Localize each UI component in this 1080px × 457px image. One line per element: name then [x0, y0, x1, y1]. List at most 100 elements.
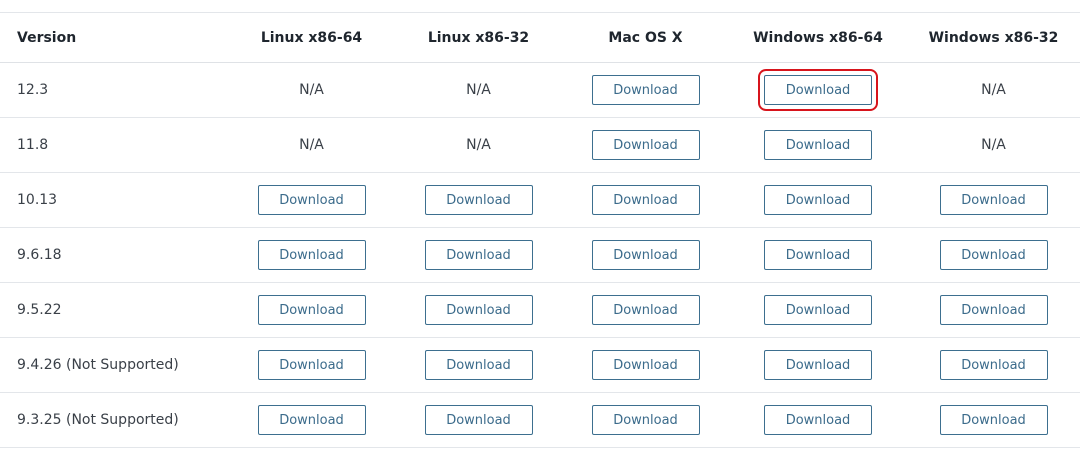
downloads-grid: Version Linux x86-64 Linux x86-32 Mac OS… [0, 12, 1080, 448]
download-button-mac-os-x[interactable]: Download [591, 130, 700, 160]
header-windows-x86-32: Windows x86-32 [928, 29, 1059, 46]
table-header-row: Version Linux x86-64 Linux x86-32 Mac OS… [0, 13, 1080, 63]
cell-mac-os-x: Download [562, 283, 729, 337]
table-row: 9.4.26 (Not Supported) Download Download Do… [0, 338, 1080, 393]
table-row: 12.3 N/A N/A Download Download N/A [0, 63, 1080, 118]
cell-mac-os-x: Download [562, 393, 729, 447]
header-mac-os-x: Mac OS X [608, 29, 683, 46]
version-cell: 12.3 [0, 63, 228, 117]
download-button-windows-x86-64[interactable]: Download [764, 130, 872, 160]
cell-linux-x86-32: Download [395, 338, 562, 392]
download-button-windows-x86-32[interactable]: Download [939, 185, 1048, 215]
cell-windows-x86-32: N/A [907, 118, 1080, 172]
download-button-windows-x86-64[interactable]: Download [764, 240, 872, 270]
cell-linux-x86-64: N/A [228, 118, 395, 172]
na-label: N/A [981, 137, 1006, 153]
download-button-windows-x86-64[interactable]: Download [764, 350, 872, 380]
version-cell: 11.8 [0, 118, 228, 172]
table-row: 11.8 N/A N/A Download Download N/A [0, 118, 1080, 173]
version-cell: 9.6.18 [0, 228, 228, 282]
cell-linux-x86-32: N/A [395, 118, 562, 172]
cell-windows-x86-32: Download [907, 393, 1080, 447]
download-button-linux-x86-32[interactable]: Download [424, 185, 533, 215]
header-version: Version [17, 29, 77, 46]
download-button-mac-os-x[interactable]: Download [591, 240, 700, 270]
table-row: 9.5.22 Download Download Download Download Do… [0, 283, 1080, 338]
cell-windows-x86-32: Download [907, 338, 1080, 392]
version-label: 9.5.22 [17, 302, 62, 318]
download-button-linux-x86-64[interactable]: Download [257, 240, 366, 270]
cell-windows-x86-64: Download [729, 63, 907, 117]
cell-windows-x86-64: Download [729, 228, 907, 282]
table-row: 10.13 Download Download Download Download Dow… [0, 173, 1080, 228]
header-linux-x86-64: Linux x86-64 [260, 29, 363, 46]
download-button-mac-os-x[interactable]: Download [591, 350, 700, 380]
cell-windows-x86-32: Download [907, 228, 1080, 282]
download-button-windows-x86-64[interactable]: Download [764, 185, 872, 215]
download-button-linux-x86-64[interactable]: Download [257, 185, 366, 215]
download-button-linux-x86-64[interactable]: Download [257, 295, 366, 325]
download-button-linux-x86-64[interactable]: Download [257, 405, 366, 435]
download-button-mac-os-x[interactable]: Download [591, 75, 700, 105]
na-label: N/A [299, 82, 324, 98]
version-label: 10.13 [17, 192, 58, 208]
download-button-windows-x86-64[interactable]: Download [764, 295, 872, 325]
cell-windows-x86-64: Download [729, 393, 907, 447]
cell-mac-os-x: Download [562, 173, 729, 227]
download-button-windows-x86-32[interactable]: Download [939, 350, 1048, 380]
download-button-windows-x86-64[interactable]: Download [758, 69, 878, 111]
na-label: N/A [981, 82, 1006, 98]
download-button-mac-os-x[interactable]: Download [591, 405, 700, 435]
downloads-table: Version Linux x86-64 Linux x86-32 Mac OS… [0, 0, 1080, 457]
version-label: 12.3 [17, 82, 49, 98]
download-button-linux-x86-32[interactable]: Download [424, 350, 533, 380]
version-cell: 9.4.26 (Not Supported) [0, 338, 228, 392]
cell-mac-os-x: Download [562, 118, 729, 172]
version-cell: 10.13 [0, 173, 228, 227]
download-button-windows-x86-32[interactable]: Download [939, 240, 1048, 270]
version-label: 9.4.26 (Not Supported) [17, 357, 179, 373]
cell-windows-x86-64: Download [729, 118, 907, 172]
version-label: 9.6.18 [17, 247, 62, 263]
cell-windows-x86-32: Download [907, 173, 1080, 227]
cell-linux-x86-64: Download [228, 228, 395, 282]
cell-linux-x86-32: Download [395, 393, 562, 447]
cell-linux-x86-64: Download [228, 283, 395, 337]
table-row: 9.3.25 (Not Supported) Download Download Do… [0, 393, 1080, 448]
cell-linux-x86-32: Download [395, 228, 562, 282]
cell-linux-x86-64: Download [228, 338, 395, 392]
cell-mac-os-x: Download [562, 338, 729, 392]
download-button-mac-os-x[interactable]: Download [591, 185, 700, 215]
download-button-windows-x86-64[interactable]: Download [764, 405, 872, 435]
version-label: 9.3.25 (Not Supported) [17, 412, 179, 428]
cell-linux-x86-64: Download [228, 393, 395, 447]
table-row: 9.6.18 Download Download Download Download Do… [0, 228, 1080, 283]
version-cell: 9.3.25 (Not Supported) [0, 393, 228, 447]
download-button-windows-x86-32[interactable]: Download [939, 405, 1048, 435]
cell-linux-x86-32: Download [395, 173, 562, 227]
cell-linux-x86-32: N/A [395, 63, 562, 117]
download-button-windows-x86-32[interactable]: Download [939, 295, 1048, 325]
header-linux-x86-32: Linux x86-32 [427, 29, 530, 46]
download-button-linux-x86-32[interactable]: Download [424, 240, 533, 270]
cell-linux-x86-64: N/A [228, 63, 395, 117]
cell-linux-x86-32: Download [395, 283, 562, 337]
cell-windows-x86-64: Download [729, 173, 907, 227]
cell-windows-x86-32: N/A [907, 63, 1080, 117]
download-button-linux-x86-64[interactable]: Download [257, 350, 366, 380]
na-label: N/A [299, 137, 324, 153]
table-body: 12.3 N/A N/A Download Download N/A 11.8 N/A N/A D… [0, 63, 1080, 448]
download-button-linux-x86-32[interactable]: Download [424, 405, 533, 435]
cell-windows-x86-64: Download [729, 338, 907, 392]
na-label: N/A [466, 82, 491, 98]
cell-windows-x86-64: Download [729, 283, 907, 337]
cell-mac-os-x: Download [562, 228, 729, 282]
version-label: 11.8 [17, 137, 49, 153]
cell-linux-x86-64: Download [228, 173, 395, 227]
version-cell: 9.5.22 [0, 283, 228, 337]
cell-mac-os-x: Download [562, 63, 729, 117]
cell-windows-x86-32: Download [907, 283, 1080, 337]
download-button-linux-x86-32[interactable]: Download [424, 295, 533, 325]
na-label: N/A [466, 137, 491, 153]
download-button-mac-os-x[interactable]: Download [591, 295, 700, 325]
